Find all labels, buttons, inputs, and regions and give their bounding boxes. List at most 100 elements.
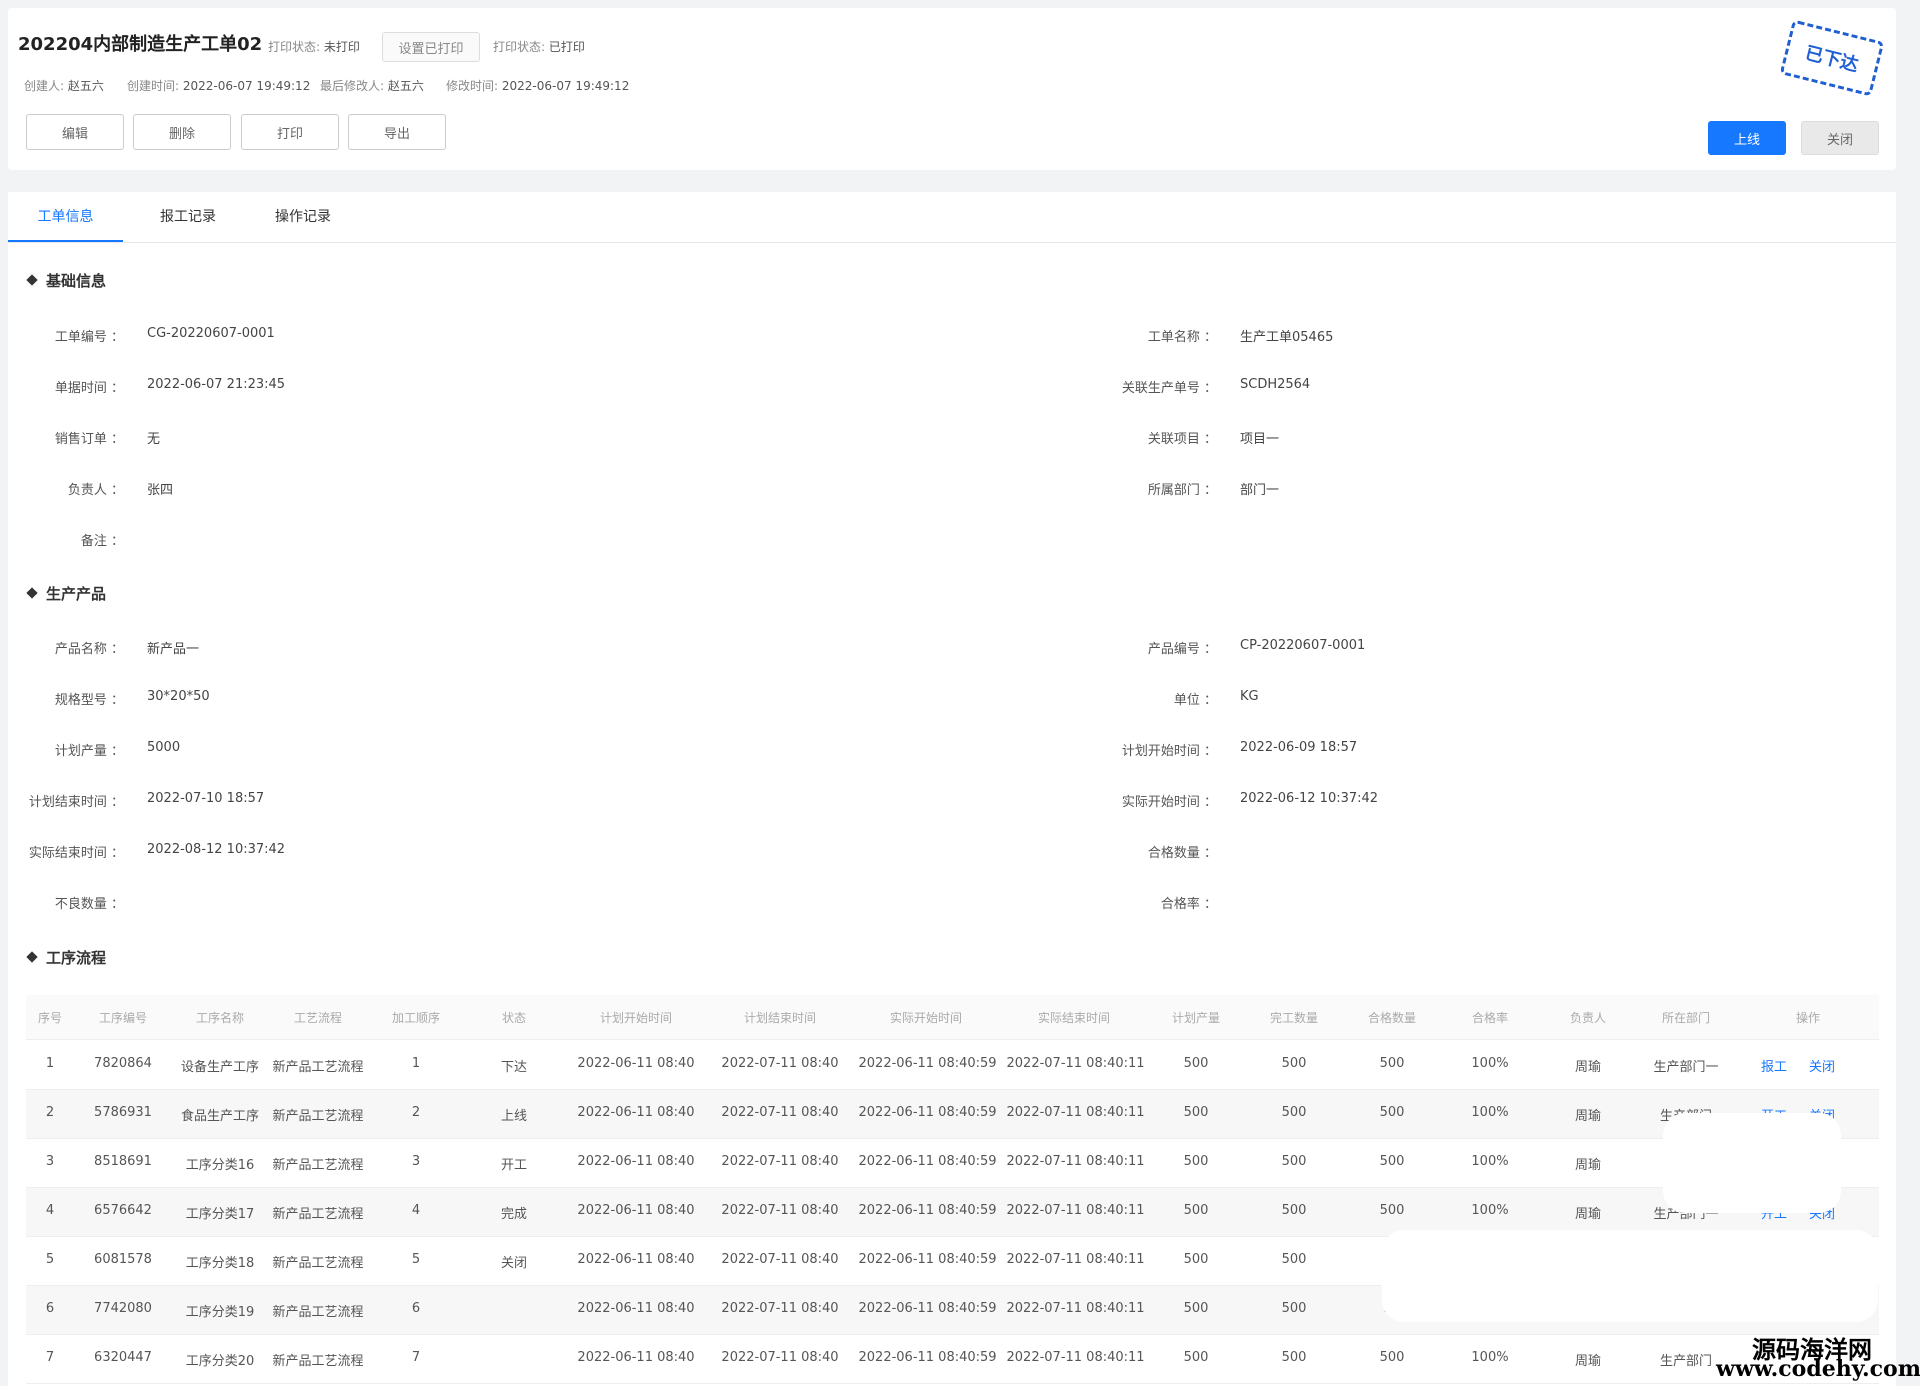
table-cell: 2022-06-11 08:40 bbox=[577, 1252, 695, 1267]
table-cell: 6320447 bbox=[94, 1350, 152, 1365]
column-header: 工序编号 bbox=[98, 1011, 147, 1025]
set-printed-button[interactable]: 设置已打印 bbox=[382, 32, 480, 62]
modified-time-info: 修改时间: 2022-06-07 19:49:12 bbox=[446, 79, 630, 93]
table-cell: 2022-07-11 08:40:11 bbox=[1006, 1105, 1145, 1120]
table-cell: 500 bbox=[1281, 1301, 1307, 1316]
table-cell: 新产品工艺流程 bbox=[272, 1109, 364, 1124]
table-row: 2 5786931 食品生产工序 新产品工艺流程 2 上线 2022-06-11 08:40… bbox=[26, 1090, 1879, 1139]
table-cell: 7 bbox=[411, 1350, 421, 1365]
table-cell: 7742080 bbox=[94, 1301, 152, 1316]
print-button[interactable]: 打印 bbox=[241, 114, 339, 150]
table-cell: 2022-06-11 08:40 bbox=[577, 1350, 695, 1365]
table-cell: 工序分类17 bbox=[185, 1207, 255, 1222]
field-label: 销售订单 ： bbox=[54, 432, 124, 447]
table-cell: 周瑜 bbox=[1574, 1158, 1601, 1173]
table-cell: 500 bbox=[1183, 1301, 1209, 1316]
field-value: 新产品一 bbox=[147, 642, 200, 657]
table-row: 1 7820864 设备生产工序 新产品工艺流程 1 下达 2022-06-11 08:40… bbox=[26, 1041, 1879, 1090]
table-cell: 2022-06-11 08:40 bbox=[577, 1105, 695, 1120]
table-cell: 完成 bbox=[500, 1207, 527, 1222]
section-basic-info: 基础信息 bbox=[26, 270, 106, 291]
table-cell: 500 bbox=[1183, 1350, 1209, 1365]
table-cell: 新产品工艺流程 bbox=[272, 1207, 364, 1222]
table-cell: 食品生产工序 bbox=[180, 1109, 259, 1124]
table-cell: 新产品工艺流程 bbox=[272, 1305, 364, 1320]
print-status: 打印状态: 未打印 bbox=[268, 40, 360, 54]
table-cell: 500 bbox=[1281, 1154, 1307, 1169]
table-cell: 2022-07-11 08:40:11 bbox=[1006, 1154, 1145, 1169]
field-value: 2022-06-09 18:57 bbox=[1240, 740, 1358, 755]
column-header: 所在部门 bbox=[1661, 1011, 1710, 1025]
table-cell: 7820864 bbox=[94, 1056, 152, 1071]
overlay-blob bbox=[1663, 1113, 1841, 1213]
row-action-secondary[interactable]: 关闭 bbox=[1802, 1056, 1842, 1075]
section-process-flow: 工序流程 bbox=[26, 947, 106, 968]
table-cell: 新产品工艺流程 bbox=[272, 1354, 364, 1369]
table-cell: 6 bbox=[411, 1301, 421, 1316]
created-time-info: 创建时间: 2022-06-07 19:49:12 bbox=[127, 79, 311, 93]
field-value: KG bbox=[1240, 689, 1259, 704]
table-cell: 下达 bbox=[500, 1060, 527, 1075]
field-label: 计划结束时间 ： bbox=[28, 795, 124, 810]
field-label: 合格数量 ： bbox=[1147, 846, 1217, 861]
field-label: 关联生产单号 ： bbox=[1121, 381, 1217, 396]
column-header: 状态 bbox=[501, 1011, 526, 1025]
table-cell: 2022-06-11 08:40 bbox=[577, 1301, 695, 1316]
table-cell: 工序分类18 bbox=[185, 1256, 255, 1271]
table-cell: 2022-06-11 08:40:59 bbox=[858, 1203, 997, 1218]
field-value: 5000 bbox=[147, 740, 181, 755]
tab-operation-records[interactable]: 操作记录 bbox=[253, 192, 353, 240]
table-cell: 生产部门一 bbox=[1653, 1060, 1719, 1075]
page-title: 202204内部制造生产工单02 bbox=[18, 34, 263, 55]
field-value: 2022-06-12 10:37:42 bbox=[1240, 791, 1379, 806]
edit-button[interactable]: 编辑 bbox=[26, 114, 124, 150]
table-cell: 500 bbox=[1183, 1252, 1209, 1267]
table-cell: 新产品工艺流程 bbox=[272, 1158, 364, 1173]
close-button[interactable]: 关闭 bbox=[1801, 121, 1879, 155]
table-cell: 关闭 bbox=[500, 1256, 527, 1271]
field-label: 工单编号 ： bbox=[54, 330, 124, 345]
table-cell: 开工 bbox=[500, 1158, 527, 1173]
field-label: 不良数量 ： bbox=[54, 897, 124, 912]
table-cell: 2022-06-11 08:40:59 bbox=[858, 1350, 997, 1365]
field-value: CP-20220607-0001 bbox=[1240, 638, 1366, 653]
table-cell: 3 bbox=[45, 1154, 55, 1169]
table-cell: 500 bbox=[1379, 1350, 1405, 1365]
field-label: 产品名称 ： bbox=[54, 642, 124, 657]
process-table-header: 序号 工序编号 工序名称 工艺流程 加工顺序 状态 计划开始时间 计划结束时间 实际开始时间 实际… bbox=[26, 995, 1879, 1040]
table-cell: 周瑜 bbox=[1574, 1109, 1601, 1124]
field-value: 项目一 bbox=[1240, 432, 1280, 447]
table-cell: 3 bbox=[411, 1154, 421, 1169]
field-label: 关联项目 ： bbox=[1147, 432, 1217, 447]
field-value: 生产工单05465 bbox=[1240, 330, 1334, 345]
column-header: 合格数量 bbox=[1367, 1011, 1416, 1025]
tab-report-records[interactable]: 报工记录 bbox=[138, 192, 238, 240]
table-cell: 工序分类20 bbox=[185, 1354, 255, 1369]
table-cell: 500 bbox=[1379, 1105, 1405, 1120]
online-button[interactable]: 上线 bbox=[1708, 121, 1786, 155]
field-label: 工单名称 ： bbox=[1147, 330, 1217, 345]
tab-order-info[interactable]: 工单信息 bbox=[8, 192, 123, 242]
field-label: 单据时间 ： bbox=[54, 381, 124, 396]
column-header: 计划产量 bbox=[1171, 1011, 1220, 1025]
field-value: SCDH2564 bbox=[1240, 377, 1311, 392]
field-label: 合格率 ： bbox=[1160, 897, 1217, 912]
delete-button[interactable]: 删除 bbox=[133, 114, 231, 150]
table-cell: 2022-07-11 08:40:11 bbox=[1006, 1350, 1145, 1365]
field-label: 实际结束时间 ： bbox=[28, 846, 124, 861]
table-cell: 7 bbox=[45, 1350, 55, 1365]
table-cell: 100% bbox=[1471, 1056, 1509, 1071]
table-cell: 上线 bbox=[500, 1109, 527, 1124]
row-action-primary[interactable]: 报工 bbox=[1754, 1056, 1794, 1075]
print-status-2: 打印状态: 已打印 bbox=[493, 40, 585, 54]
table-cell: 2022-06-11 08:40:59 bbox=[858, 1105, 997, 1120]
table-cell: 2022-07-11 08:40 bbox=[721, 1203, 839, 1218]
field-value: 部门一 bbox=[1240, 483, 1280, 498]
table-cell: 2022-07-11 08:40:11 bbox=[1006, 1056, 1145, 1071]
table-cell: 500 bbox=[1379, 1056, 1405, 1071]
export-button[interactable]: 导出 bbox=[348, 114, 446, 150]
overlay-blob bbox=[1382, 1230, 1878, 1322]
tab-bar: 工单信息 报工记录 操作记录 bbox=[8, 192, 1896, 243]
column-header: 实际开始时间 bbox=[889, 1011, 962, 1025]
table-cell: 4 bbox=[411, 1203, 421, 1218]
